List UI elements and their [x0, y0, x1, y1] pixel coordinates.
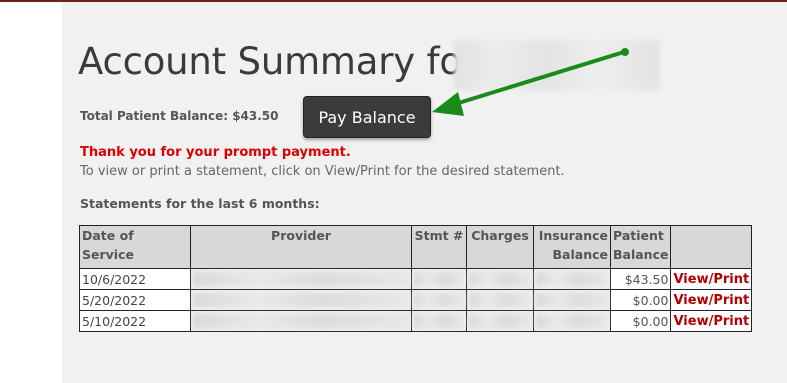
annotation-arrow-icon — [432, 48, 629, 116]
